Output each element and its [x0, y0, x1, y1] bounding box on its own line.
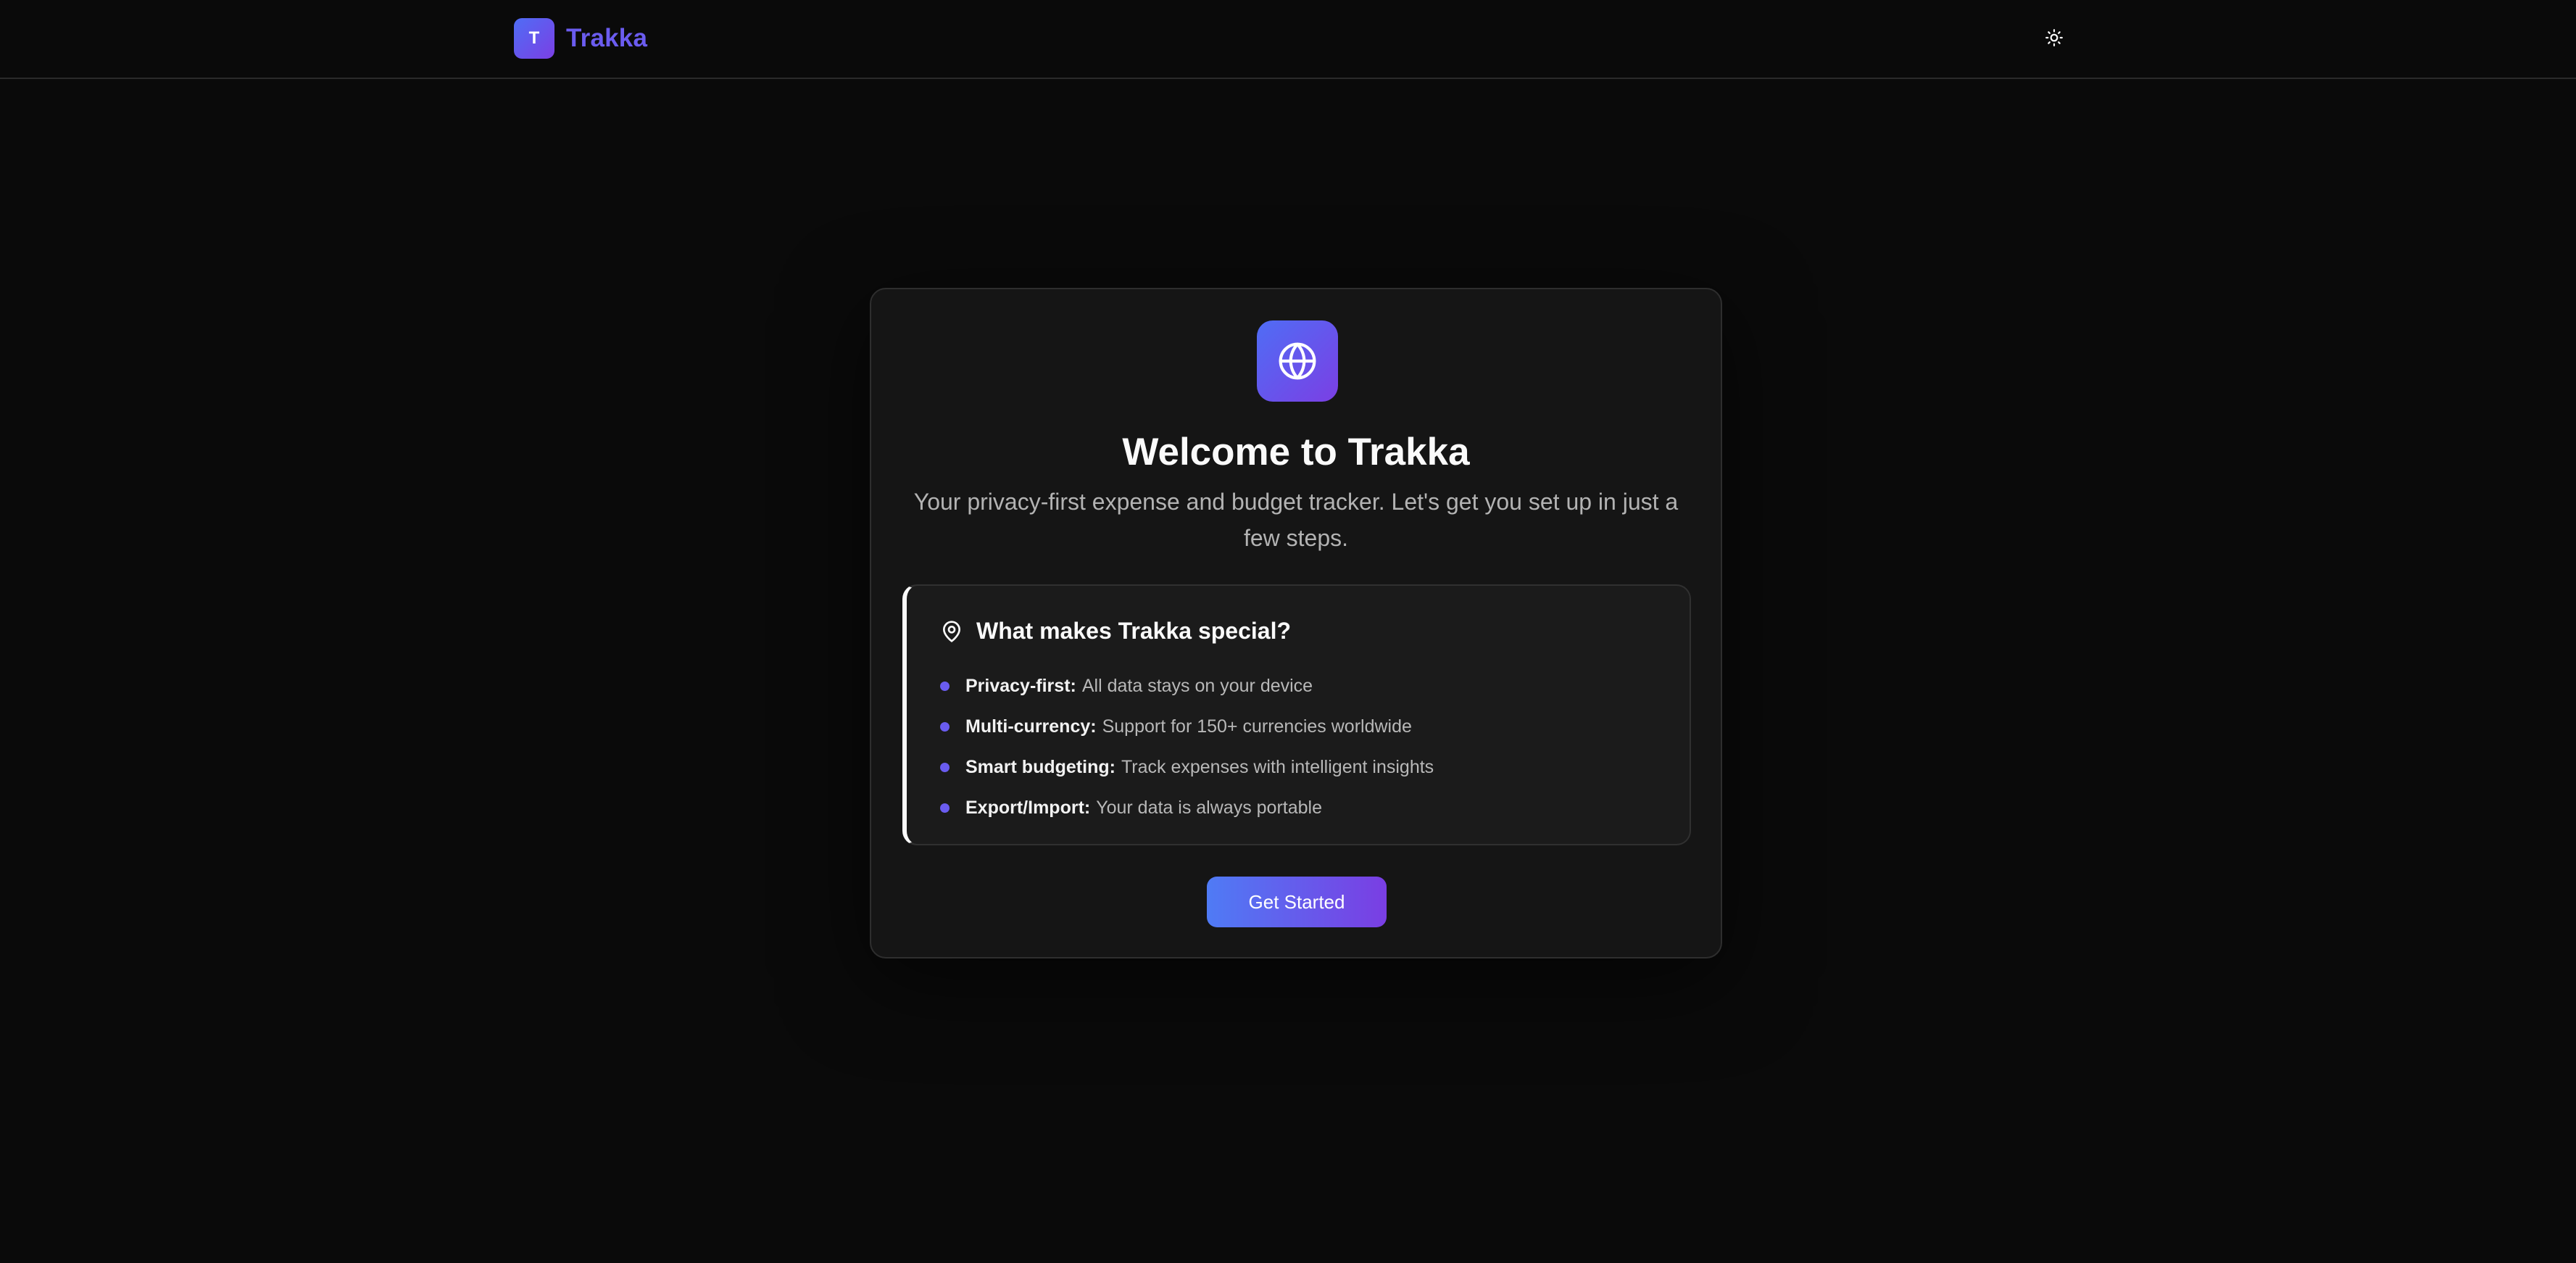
feature-text: Your data is always portable	[1096, 797, 1322, 818]
feature-text: Support for 150+ currencies worldwide	[1102, 716, 1412, 737]
logo-letter: T	[528, 28, 540, 48]
feature-label: Export/Import:	[965, 797, 1091, 818]
welcome-icon-badge	[1257, 320, 1338, 402]
welcome-card: Welcome to Trakka Your privacy-first exp…	[870, 288, 1722, 958]
feature-text: Track expenses with intelligent insights	[1121, 756, 1434, 777]
welcome-title: Welcome to Trakka	[1122, 431, 1470, 473]
bullet-dot	[940, 681, 950, 691]
logo-mark: T	[514, 18, 554, 59]
list-item: Multi-currency: Support for 150+ currenc…	[940, 706, 1434, 747]
brand-logo-link[interactable]: T Trakka	[514, 18, 647, 59]
features-panel: What makes Trakka special? Privacy-first…	[902, 584, 1691, 845]
feature-label: Privacy-first:	[965, 675, 1076, 696]
location-pin-icon	[943, 620, 960, 642]
globe-icon	[1279, 342, 1316, 380]
list-item: Smart budgeting: Track expenses with int…	[940, 747, 1434, 787]
top-navigation-bar: T Trakka	[0, 0, 2576, 79]
features-heading: What makes Trakka special?	[940, 618, 1291, 645]
app-name: Trakka	[566, 24, 648, 52]
welcome-subtitle: Your privacy-first expense and budget tr…	[913, 489, 1679, 551]
theme-toggle-button[interactable]	[2038, 22, 2070, 54]
sun-icon	[2045, 29, 2063, 46]
feature-label: Multi-currency:	[965, 716, 1097, 737]
features-title: What makes Trakka special?	[976, 618, 1291, 644]
list-item: Export/Import: Your data is always porta…	[940, 787, 1434, 828]
list-item: Privacy-first: All data stays on your de…	[940, 666, 1434, 706]
bullet-dot	[940, 762, 950, 772]
get-started-button[interactable]: Get Started	[1207, 877, 1387, 927]
feature-label: Smart budgeting:	[965, 756, 1115, 777]
bullet-dot	[940, 721, 950, 732]
bullet-dot	[940, 803, 950, 813]
feature-list: Privacy-first: All data stays on your de…	[940, 666, 1434, 828]
feature-text: All data stays on your device	[1081, 675, 1313, 696]
